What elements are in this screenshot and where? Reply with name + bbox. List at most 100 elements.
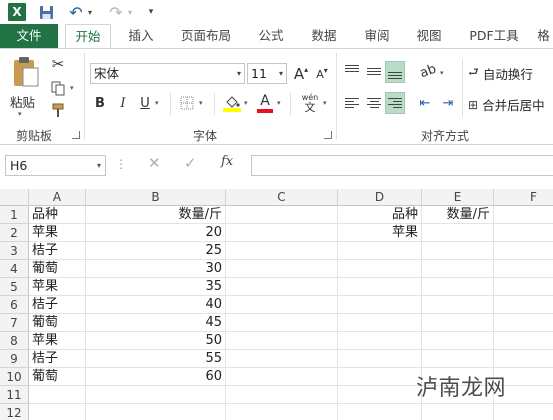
- copy-icon[interactable]: [48, 79, 68, 97]
- customize-quick-access-icon[interactable]: ▾: [146, 3, 156, 21]
- tab-page-layout[interactable]: 页面布局: [172, 24, 240, 48]
- wrap-text-button[interactable]: ⮐ 自动换行: [468, 63, 533, 84]
- cell-c7[interactable]: [226, 314, 338, 332]
- cell-f9[interactable]: [494, 350, 553, 368]
- enter-icon[interactable]: ✓: [184, 154, 197, 172]
- cell-d7[interactable]: [338, 314, 422, 332]
- cell-d12[interactable]: [338, 404, 422, 420]
- redo-dropdown-icon[interactable]: ▾: [126, 3, 134, 21]
- paste-icon[interactable]: [8, 55, 42, 89]
- cell-a10[interactable]: 葡萄: [29, 368, 86, 386]
- borders-icon[interactable]: [178, 94, 196, 112]
- italic-button[interactable]: I: [115, 94, 131, 112]
- cell-a7[interactable]: 葡萄: [29, 314, 86, 332]
- top-align-icon[interactable]: [342, 61, 362, 81]
- align-right-icon[interactable]: [385, 92, 405, 114]
- shrink-font-button[interactable]: A ▾: [313, 64, 331, 84]
- cell-e4[interactable]: [422, 260, 494, 278]
- row-header-9[interactable]: 9: [0, 350, 29, 368]
- cell-a11[interactable]: [29, 386, 86, 404]
- cell-a4[interactable]: 葡萄: [29, 260, 86, 278]
- name-box[interactable]: H6 ▾: [5, 155, 106, 176]
- cell-e8[interactable]: [422, 332, 494, 350]
- tab-pdf-tools[interactable]: PDF工具: [462, 24, 526, 48]
- row-header-12[interactable]: 12: [0, 404, 29, 420]
- cell-e9[interactable]: [422, 350, 494, 368]
- underline-button[interactable]: U: [137, 94, 153, 112]
- tab-file[interactable]: 文件: [0, 24, 58, 48]
- cell-d9[interactable]: [338, 350, 422, 368]
- column-header-c[interactable]: C: [226, 189, 338, 206]
- cell-a8[interactable]: 苹果: [29, 332, 86, 350]
- cell-e3[interactable]: [422, 242, 494, 260]
- cell-f4[interactable]: [494, 260, 553, 278]
- cell-a9[interactable]: 桔子: [29, 350, 86, 368]
- fill-color-dropdown-icon[interactable]: ▾: [244, 99, 248, 107]
- cell-e12[interactable]: [422, 404, 494, 420]
- tab-home[interactable]: 开始: [65, 24, 111, 49]
- paste-dropdown-icon[interactable]: ▾: [18, 110, 22, 118]
- cell-c4[interactable]: [226, 260, 338, 278]
- cell-d3[interactable]: [338, 242, 422, 260]
- cell-a1[interactable]: 品种: [29, 206, 86, 224]
- cell-a6[interactable]: 桔子: [29, 296, 86, 314]
- cell-d4[interactable]: [338, 260, 422, 278]
- column-header-e[interactable]: E: [422, 189, 494, 206]
- font-name-select[interactable]: 宋体 ▾: [90, 63, 245, 84]
- tab-review[interactable]: 审阅: [356, 24, 398, 48]
- cell-c6[interactable]: [226, 296, 338, 314]
- cell-e5[interactable]: [422, 278, 494, 296]
- copy-dropdown-icon[interactable]: ▾: [70, 84, 74, 92]
- cell-f2[interactable]: [494, 224, 553, 242]
- cell-b7[interactable]: 45: [86, 314, 226, 332]
- cell-b12[interactable]: [86, 404, 226, 420]
- cell-c1[interactable]: [226, 206, 338, 224]
- cell-a5[interactable]: 苹果: [29, 278, 86, 296]
- cell-c9[interactable]: [226, 350, 338, 368]
- formula-bar-grip-icon[interactable]: ⋮: [115, 157, 127, 171]
- align-left-icon[interactable]: [342, 92, 362, 114]
- column-header-a[interactable]: A: [29, 189, 86, 206]
- cell-d1[interactable]: 品种: [338, 206, 422, 224]
- tab-data[interactable]: 数据: [302, 24, 346, 48]
- column-header-f[interactable]: F: [494, 189, 553, 206]
- cell-e2[interactable]: [422, 224, 494, 242]
- cell-f8[interactable]: [494, 332, 553, 350]
- decrease-indent-icon[interactable]: ⇤: [415, 92, 435, 114]
- cell-b3[interactable]: 25: [86, 242, 226, 260]
- phonetic-dropdown-icon[interactable]: ▾: [323, 99, 327, 107]
- save-icon[interactable]: [38, 3, 54, 21]
- cell-f3[interactable]: [494, 242, 553, 260]
- fill-color-button[interactable]: [222, 92, 242, 114]
- font-launcher-icon[interactable]: [324, 131, 332, 139]
- column-header-d[interactable]: D: [338, 189, 422, 206]
- phonetic-guide-button[interactable]: wén 文: [297, 91, 323, 115]
- cell-e7[interactable]: [422, 314, 494, 332]
- increase-indent-icon[interactable]: ⇥: [438, 92, 458, 114]
- formula-input[interactable]: [251, 155, 553, 176]
- underline-dropdown-icon[interactable]: ▾: [155, 99, 159, 107]
- orientation-dropdown-icon[interactable]: ▾: [440, 69, 444, 77]
- cell-d10[interactable]: [338, 368, 422, 386]
- cell-b5[interactable]: 35: [86, 278, 226, 296]
- cell-c8[interactable]: [226, 332, 338, 350]
- cell-f12[interactable]: [494, 404, 553, 420]
- cell-d2[interactable]: 苹果: [338, 224, 422, 242]
- cell-a2[interactable]: 苹果: [29, 224, 86, 242]
- align-center-icon[interactable]: [364, 92, 384, 114]
- cell-e1[interactable]: 数量/斤: [422, 206, 494, 224]
- font-size-select[interactable]: 11 ▾: [247, 63, 287, 84]
- cell-b1[interactable]: 数量/斤: [86, 206, 226, 224]
- bold-button[interactable]: B: [92, 94, 108, 112]
- tab-insert[interactable]: 插入: [120, 24, 162, 48]
- cell-d11[interactable]: [338, 386, 422, 404]
- row-header-11[interactable]: 11: [0, 386, 29, 404]
- clipboard-launcher-icon[interactable]: [72, 131, 80, 139]
- tab-view[interactable]: 视图: [408, 24, 450, 48]
- redo-icon[interactable]: ↷: [108, 3, 124, 22]
- cell-c2[interactable]: [226, 224, 338, 242]
- tab-format[interactable]: 格: [534, 24, 553, 48]
- cell-c10[interactable]: [226, 368, 338, 386]
- row-header-1[interactable]: 1: [0, 206, 29, 224]
- grow-font-button[interactable]: A ▴: [292, 64, 310, 84]
